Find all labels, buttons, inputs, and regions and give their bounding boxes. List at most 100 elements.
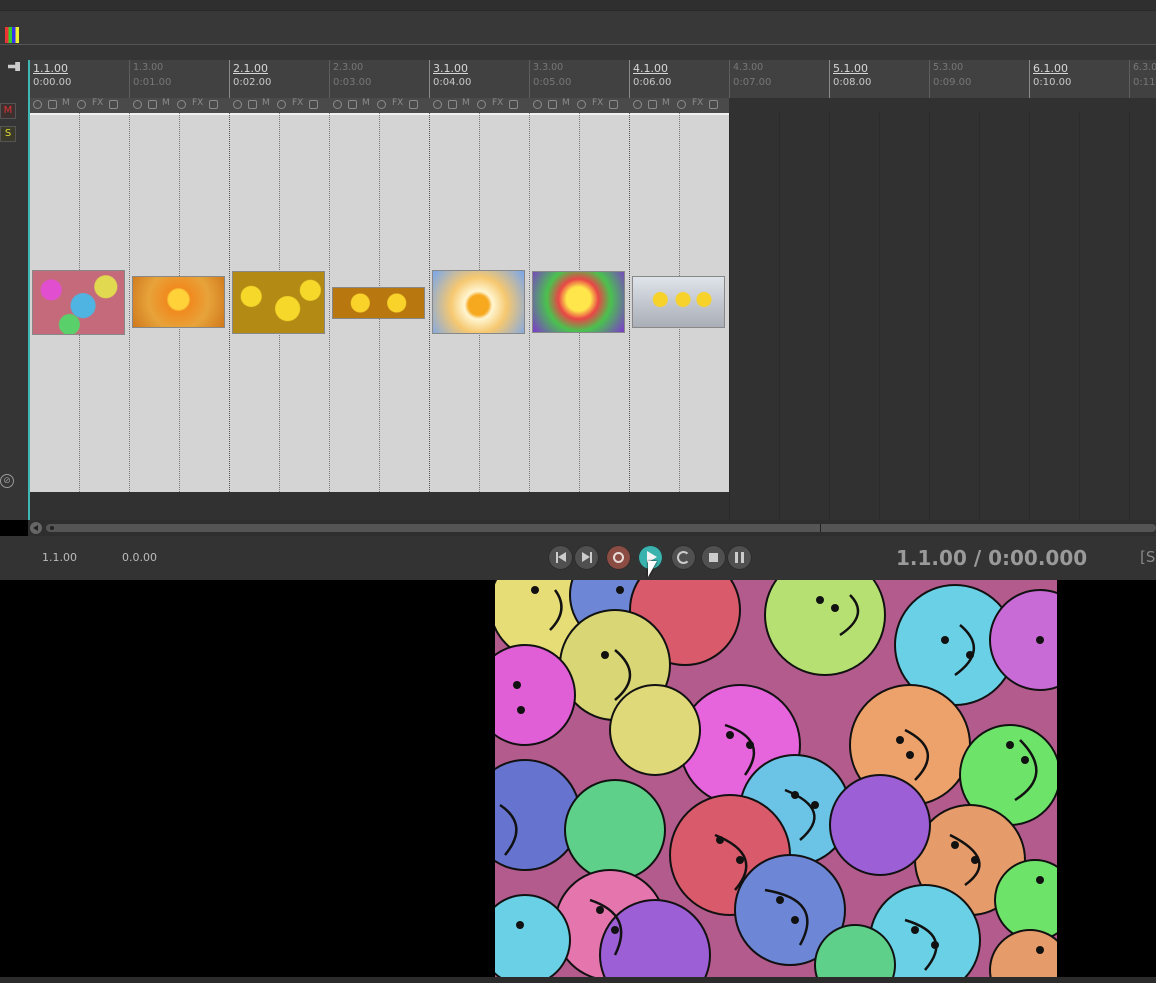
- ruler-time-label: 0:04.00: [433, 77, 472, 88]
- envelope-icon[interactable]: [609, 100, 618, 109]
- grid-line: [829, 113, 830, 520]
- grid-line: [329, 113, 330, 492]
- scrollbar-track[interactable]: [46, 524, 1156, 532]
- fx-icon[interactable]: FX: [392, 98, 403, 108]
- ruler-time-label: 0:08.00: [833, 77, 872, 88]
- fx-icon[interactable]: FX: [192, 98, 203, 108]
- m-icon[interactable]: M: [462, 98, 470, 108]
- comment-icon[interactable]: [577, 100, 586, 109]
- scroll-left-icon[interactable]: [30, 522, 42, 534]
- skip-back-button[interactable]: [548, 545, 573, 570]
- ruler-bar-label: 3.3.00: [533, 62, 564, 73]
- ruler-marker[interactable]: 3.1.00 0:04.00: [429, 60, 471, 98]
- fx-icon[interactable]: FX: [592, 98, 603, 108]
- m-icon[interactable]: M: [362, 98, 370, 108]
- mute-button[interactable]: M: [0, 103, 16, 119]
- null-icon[interactable]: ⊘: [0, 474, 14, 488]
- lock-icon[interactable]: [648, 100, 657, 109]
- pause-button[interactable]: [727, 545, 752, 570]
- ruler-bar-label: 4.3.00: [733, 62, 764, 73]
- thumbnail-yellow-smiley-row: [332, 287, 425, 319]
- scroll-knob[interactable]: [50, 526, 54, 530]
- ruler-marker[interactable]: 2.1.00 0:02.00: [229, 60, 271, 98]
- thumbnail-yellow-smiley-crowd: [232, 271, 325, 334]
- lock-icon[interactable]: [148, 100, 157, 109]
- clip-header[interactable]: M FX: [129, 98, 229, 113]
- clip-header[interactable]: M FX: [29, 98, 129, 113]
- thumbnail-rainbow-smiley: [532, 271, 625, 333]
- ruler-marker[interactable]: 4.3.00 0:07.00: [729, 60, 771, 98]
- fx-icon[interactable]: FX: [92, 98, 103, 108]
- grid-line: [729, 113, 730, 520]
- power-icon[interactable]: [133, 100, 142, 109]
- grid-line: [879, 113, 880, 520]
- m-icon[interactable]: M: [62, 98, 70, 108]
- m-icon[interactable]: M: [262, 98, 270, 108]
- loop-button[interactable]: [671, 545, 696, 570]
- power-icon[interactable]: [333, 100, 342, 109]
- clip-header[interactable]: M FX: [229, 98, 329, 113]
- stop-button[interactable]: [701, 545, 726, 570]
- comment-icon[interactable]: [277, 100, 286, 109]
- lock-icon[interactable]: [48, 100, 57, 109]
- power-icon[interactable]: [533, 100, 542, 109]
- bottom-dock-tabs[interactable]: [0, 977, 1156, 983]
- skip-forward-button[interactable]: [574, 545, 599, 570]
- power-icon[interactable]: [433, 100, 442, 109]
- menu-bar: [0, 0, 1156, 10]
- ruler-time-label: 0:09.00: [933, 77, 972, 88]
- ruler-bar-label: 5.3.00: [933, 62, 964, 73]
- clip-header[interactable]: M FX: [629, 98, 729, 113]
- power-icon[interactable]: [233, 100, 242, 109]
- envelope-icon[interactable]: [409, 100, 418, 109]
- m-icon[interactable]: M: [562, 98, 570, 108]
- comment-icon[interactable]: [377, 100, 386, 109]
- ruler-bar-label: 4.1.00: [633, 62, 668, 75]
- power-icon[interactable]: [633, 100, 642, 109]
- position-bars: 1.1.00: [42, 551, 77, 564]
- ruler-marker[interactable]: 4.1.00 0:06.00: [629, 60, 671, 98]
- ruler-marker[interactable]: 3.3.00 0:05.00: [529, 60, 571, 98]
- playhead[interactable]: [28, 60, 30, 520]
- ruler-bar-label: 2.3.00: [333, 62, 364, 73]
- solo-button[interactable]: S: [0, 126, 16, 142]
- envelope-icon[interactable]: [109, 100, 118, 109]
- fx-icon[interactable]: FX: [492, 98, 503, 108]
- position-time: 0.0.00: [122, 551, 157, 564]
- grid-line: [929, 113, 930, 520]
- clip-header[interactable]: M FX: [329, 98, 429, 113]
- lock-icon[interactable]: [448, 100, 457, 109]
- ruler-bar-label: 1.3.00: [133, 62, 164, 73]
- envelope-icon[interactable]: [209, 100, 218, 109]
- envelope-icon[interactable]: [309, 100, 318, 109]
- ruler-marker[interactable]: 6.3.00 0:11.00: [1129, 60, 1156, 98]
- track-color-icon[interactable]: [5, 27, 19, 43]
- comment-icon[interactable]: [77, 100, 86, 109]
- ruler-marker[interactable]: 2.3.00 0:03.00: [329, 60, 371, 98]
- fx-icon[interactable]: FX: [692, 98, 703, 108]
- grid-line: [629, 113, 630, 492]
- thumbnail-sunrise-smiley: [432, 270, 525, 334]
- power-icon[interactable]: [33, 100, 42, 109]
- comment-icon[interactable]: [677, 100, 686, 109]
- envelope-icon[interactable]: [509, 100, 518, 109]
- clip-header[interactable]: M FX: [429, 98, 529, 113]
- ruler-bar-label: 3.1.00: [433, 62, 468, 75]
- ruler-marker[interactable]: 1.3.00 0:01.00: [129, 60, 171, 98]
- lock-icon[interactable]: [348, 100, 357, 109]
- ruler-time-label: 0:00.00: [33, 77, 72, 88]
- fx-icon[interactable]: FX: [292, 98, 303, 108]
- comment-icon[interactable]: [177, 100, 186, 109]
- m-icon[interactable]: M: [162, 98, 170, 108]
- m-icon[interactable]: M: [662, 98, 670, 108]
- clip-header[interactable]: M FX: [529, 98, 629, 113]
- timeline-ruler[interactable]: 1.1.00 0:00.00 1.3.00 0:01.00 2.1.00 0:02.00 2…: [28, 60, 1156, 98]
- lock-icon[interactable]: [548, 100, 557, 109]
- lock-icon[interactable]: [248, 100, 257, 109]
- comment-icon[interactable]: [477, 100, 486, 109]
- ruler-marker[interactable]: 5.3.00 0:09.00: [929, 60, 971, 98]
- envelope-icon[interactable]: [709, 100, 718, 109]
- record-button[interactable]: [606, 545, 631, 570]
- ruler-marker[interactable]: 6.1.00 0:10.00: [1029, 60, 1071, 98]
- ruler-marker[interactable]: 5.1.00 0:08.00: [829, 60, 871, 98]
